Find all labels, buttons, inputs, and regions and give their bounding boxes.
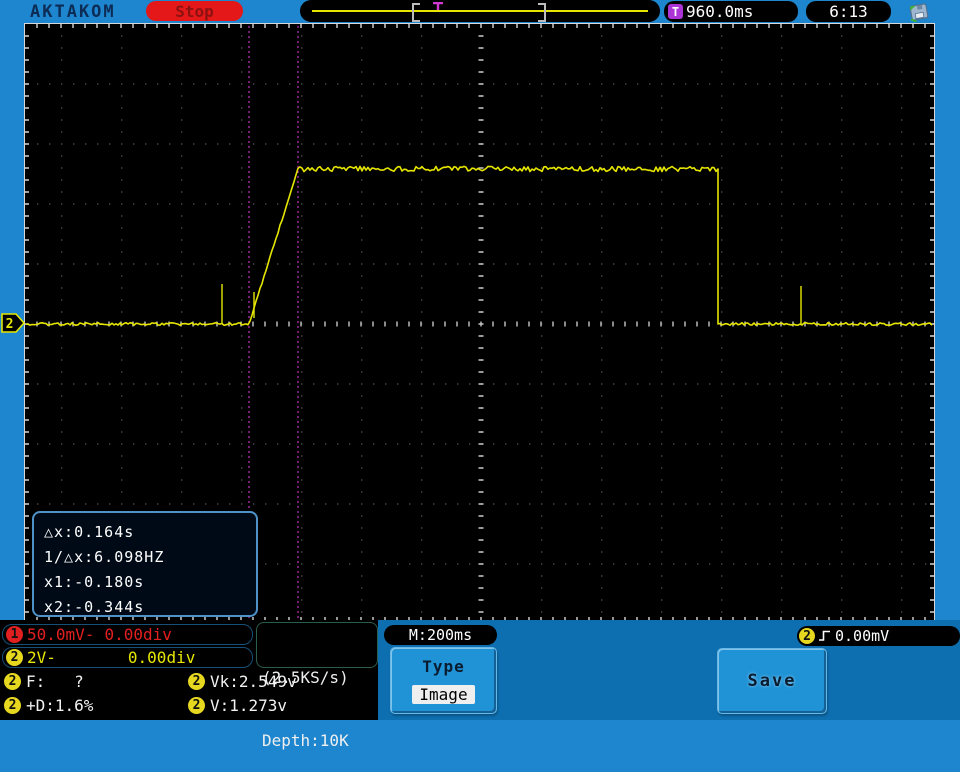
channel2-badge-icon: 2 bbox=[188, 697, 205, 714]
type-selected-value: Image bbox=[412, 685, 475, 704]
channel2-badge-icon: 2 bbox=[188, 673, 205, 690]
run-state-badge: Stop bbox=[146, 1, 243, 21]
horizontal-position-indicator bbox=[300, 0, 660, 22]
storage-icon bbox=[909, 3, 929, 22]
run-state-label: Stop bbox=[175, 1, 214, 21]
cursor-frequency: 1/△x:6.098HZ bbox=[44, 548, 165, 566]
save-button-label: Save bbox=[747, 671, 797, 691]
channel1-volts-per-div: 50.0mV- bbox=[27, 625, 95, 644]
record-depth: Depth:10K bbox=[262, 731, 349, 750]
clock-value: 6:13 bbox=[829, 2, 868, 21]
channel2-volts-per-div: 2V- bbox=[27, 648, 56, 667]
measurement-frequency: 2 F: ? bbox=[4, 672, 84, 691]
trigger-time-readout: T 960.0ms bbox=[664, 1, 798, 22]
clock: 6:13 bbox=[806, 1, 891, 22]
brand-logo: AKTAKOM bbox=[30, 2, 116, 22]
channel2-badge-icon: 2 bbox=[4, 673, 21, 690]
channel1-scale-readout: 1 50.0mV- 0.00div bbox=[2, 624, 253, 645]
channel2-badge-icon: 2 bbox=[4, 697, 21, 714]
channel1-offset: 0.00div bbox=[104, 625, 172, 644]
timebase-value: M:200ms bbox=[408, 626, 473, 644]
cursor-x2: x2:-0.344s bbox=[44, 598, 145, 616]
channel2-scale-readout: 2 2V- 0.00div bbox=[2, 647, 253, 668]
cursor-x1: x1:-0.180s bbox=[44, 573, 145, 591]
trigger-level-readout: 2 0.00mV bbox=[797, 626, 960, 646]
channel2-marker-label: 2 bbox=[6, 317, 14, 332]
trigger-t-icon: T bbox=[668, 4, 683, 19]
type-button-label: Type bbox=[422, 657, 465, 676]
trigger-time-value: 960.0ms bbox=[686, 2, 754, 21]
measurement-frequency-value: F: ? bbox=[26, 672, 84, 691]
cursor-delta-x: △x:0.164s bbox=[44, 523, 135, 541]
record-length-line bbox=[312, 10, 648, 12]
rising-edge-icon bbox=[819, 630, 830, 641]
channel2-offset: 0.00div bbox=[127, 648, 196, 667]
window-bracket-right-icon bbox=[538, 3, 546, 22]
cursor-measurement-box: △x:0.164s 1/△x:6.098HZ x1:-0.180s x2:-0.… bbox=[32, 511, 258, 617]
trigger-level-value: 0.00mV bbox=[835, 627, 890, 645]
channel2-position-marker[interactable]: 2 bbox=[1, 312, 26, 334]
channel2-badge-icon: 2 bbox=[6, 649, 23, 666]
type-button[interactable]: Type Image bbox=[390, 647, 497, 714]
acquisition-readout: (2.5KS/s) Depth:10K bbox=[256, 622, 378, 750]
window-bracket-left-icon bbox=[412, 3, 420, 22]
measurement-duty: 2 +D:1.6% bbox=[4, 696, 93, 715]
measurement-duty-value: +D:1.6% bbox=[26, 696, 94, 715]
trigger-position-icon bbox=[433, 2, 443, 10]
channel1-badge-icon: 1 bbox=[6, 626, 23, 643]
save-button[interactable]: Save bbox=[717, 648, 827, 714]
measurement-voltage-value: V:1.273v bbox=[210, 696, 288, 715]
measurement-voltage: 2 V:1.273v bbox=[188, 696, 287, 715]
measurement-vk: 2 Vk:2.549v bbox=[188, 672, 297, 691]
channel2-badge-icon: 2 bbox=[799, 628, 815, 644]
timebase-readout: M:200ms bbox=[384, 625, 497, 645]
measurement-vk-value: Vk:2.549v bbox=[210, 672, 297, 691]
